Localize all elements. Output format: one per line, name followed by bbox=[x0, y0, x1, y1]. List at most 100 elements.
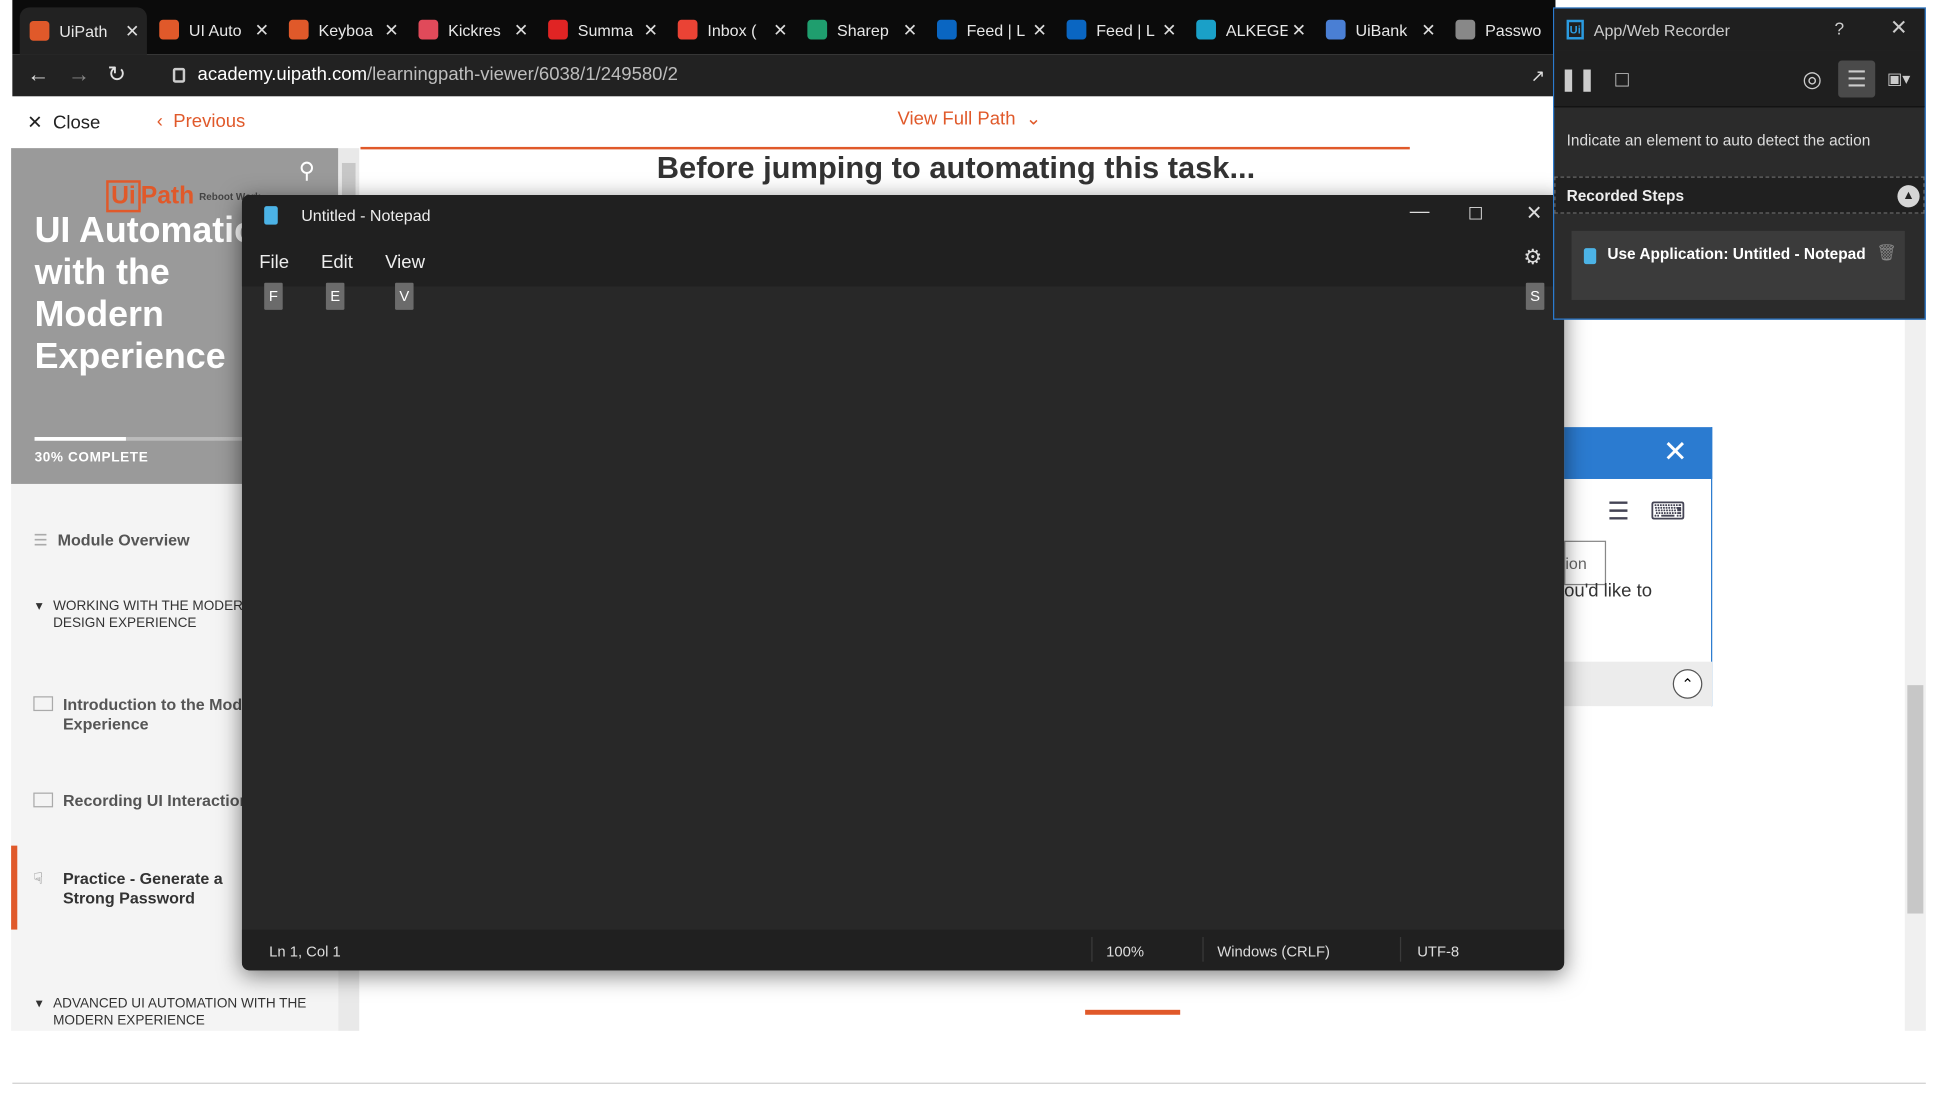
keyboard-icon[interactable]: ⌨ bbox=[1650, 499, 1686, 526]
sidebar-item-recording[interactable]: Recording UI Interactions bbox=[33, 791, 268, 811]
close-tab-icon[interactable]: ✕ bbox=[384, 19, 398, 40]
close-tab-icon[interactable]: ✕ bbox=[125, 20, 139, 41]
linkedin-icon bbox=[936, 19, 957, 40]
browser-tab[interactable]: Keyboa ✕ bbox=[279, 10, 406, 50]
target-icon[interactable]: ◎ bbox=[1794, 60, 1831, 97]
close-icon[interactable]: ✕ bbox=[1890, 16, 1908, 41]
browser-tab[interactable]: UiBank ✕ bbox=[1316, 10, 1443, 50]
previous-label: Previous bbox=[173, 111, 246, 133]
menu-file[interactable]: File bbox=[259, 252, 289, 273]
close-button[interactable]: ✕ Close bbox=[27, 111, 100, 133]
pause-icon[interactable]: ❚❚ bbox=[1559, 60, 1596, 97]
trash-icon[interactable]: 🗑 bbox=[1876, 243, 1896, 263]
close-tab-icon[interactable]: ✕ bbox=[255, 19, 269, 40]
share-icon[interactable]: ↗ bbox=[1531, 65, 1545, 86]
forward-icon[interactable]: → bbox=[68, 62, 90, 88]
kickresume-icon bbox=[418, 19, 439, 40]
sidebar-section-advanced[interactable]: ▾ ADVANCED UI AUTOMATION WITH THE MODERN … bbox=[36, 995, 320, 1030]
save-icon[interactable]: □ bbox=[1604, 60, 1641, 97]
caret-down-icon: ▾ bbox=[35, 996, 43, 1012]
close-tab-icon[interactable]: ✕ bbox=[644, 19, 658, 40]
step-label: Use Application: Untitled - Notepad bbox=[1607, 245, 1866, 263]
url-field[interactable]: academy.uipath.com/learningpath-viewer/6… bbox=[198, 64, 678, 85]
caret-down-icon: ▾ bbox=[35, 598, 43, 614]
dialog-text: ou'd like to bbox=[1564, 580, 1653, 602]
encoding: UTF-8 bbox=[1417, 943, 1460, 961]
sidebar-item-introduction[interactable]: Introduction to the Modern Experience bbox=[33, 695, 268, 735]
back-icon[interactable]: ← bbox=[27, 62, 49, 88]
recorded-steps-header[interactable]: Recorded Steps ▲ bbox=[1554, 176, 1925, 214]
close-icon[interactable]: ✕ bbox=[1663, 435, 1688, 471]
chevron-up-icon[interactable]: ⌃ bbox=[1672, 669, 1703, 699]
text-editor-area[interactable] bbox=[242, 286, 1564, 929]
recorded-step[interactable]: Use Application: Untitled - Notepad 🗑 bbox=[1571, 230, 1905, 300]
p-icon bbox=[548, 19, 568, 40]
close-icon: ✕ bbox=[27, 112, 43, 134]
dialog-footer: ⌃ bbox=[1564, 661, 1713, 707]
maximize-icon[interactable]: ☐ bbox=[1468, 204, 1484, 225]
browser-tab[interactable]: Sharep ✕ bbox=[797, 10, 924, 50]
tab-label: Keyboa bbox=[318, 20, 373, 39]
cursor-position: Ln 1, Col 1 bbox=[269, 943, 341, 961]
tab-label: Kickres bbox=[448, 20, 501, 39]
uipath-icon bbox=[159, 19, 180, 40]
screen-dropdown-icon[interactable]: ▣▾ bbox=[1880, 60, 1917, 97]
globe-icon bbox=[1455, 19, 1476, 40]
close-tab-icon[interactable]: ✕ bbox=[1162, 19, 1176, 40]
background-dialog: ✕ ☰ ⌨ ion ou'd like to ⌃ bbox=[1564, 427, 1713, 707]
video-icon bbox=[33, 696, 54, 712]
sidebar-section-working[interactable]: ▾ WORKING WITH THE MODERN DESIGN EXPERIEN… bbox=[36, 597, 271, 632]
menu-view[interactable]: View bbox=[385, 252, 425, 273]
status-bar: Ln 1, Col 1 100% Windows (CRLF) UTF-8 bbox=[241, 929, 1565, 971]
minimize-icon[interactable]: — bbox=[1410, 201, 1430, 223]
notepad-title-bar: Untitled - Notepad — ☐ ✕ bbox=[241, 195, 1565, 238]
line-endings: Windows (CRLF) bbox=[1217, 943, 1330, 961]
close-tab-icon[interactable]: ✕ bbox=[514, 19, 528, 40]
chevron-up-icon[interactable]: ▲ bbox=[1897, 185, 1920, 208]
notepad-window: Untitled - Notepad — ☐ ✕ File Edit View … bbox=[241, 195, 1565, 971]
tab-label: UiPath bbox=[59, 21, 108, 41]
browser-tab[interactable]: Summa ✕ bbox=[538, 10, 665, 50]
menu-edit[interactable]: Edit bbox=[321, 252, 353, 273]
browser-tab[interactable]: Kickres ✕ bbox=[409, 10, 536, 50]
view-full-path-button[interactable]: View Full Path ⌄ bbox=[897, 107, 1042, 130]
browser-tab[interactable]: Inbox ( ✕ bbox=[668, 10, 795, 50]
close-tab-icon[interactable]: ✕ bbox=[1032, 19, 1046, 40]
tab-label: UI Auto bbox=[188, 20, 242, 39]
settings-gear-icon[interactable]: ⚙ bbox=[1523, 246, 1542, 271]
window-title: Untitled - Notepad bbox=[301, 206, 431, 225]
linkedin-icon bbox=[1066, 19, 1087, 40]
browser-tab[interactable]: ALKEGE ✕ bbox=[1186, 10, 1313, 50]
notepad-icon bbox=[264, 206, 278, 225]
close-tab-icon[interactable]: ✕ bbox=[1421, 19, 1435, 40]
browser-tab[interactable]: Feed | L ✕ bbox=[927, 10, 1054, 50]
notepad-menu-bar: File Edit View bbox=[241, 237, 1565, 287]
browser-tab[interactable]: UiPath ✕ bbox=[19, 7, 147, 55]
previous-button[interactable]: ‹ Previous bbox=[157, 111, 246, 132]
sidebar-item-module-overview[interactable]: ☰ Module Overview bbox=[33, 531, 189, 551]
browser-tab[interactable]: UI Auto ✕ bbox=[149, 10, 276, 50]
close-icon[interactable]: ✕ bbox=[1526, 201, 1543, 226]
tab-label: Feed | L bbox=[1096, 20, 1155, 39]
tab-label: Passwo bbox=[1485, 20, 1542, 39]
reload-icon[interactable]: ↻ bbox=[107, 62, 126, 88]
jh-icon bbox=[807, 19, 828, 40]
sidebar-item-practice[interactable]: ☟ Practice - Generate a Strong Password bbox=[33, 869, 268, 909]
close-tab-icon[interactable]: ✕ bbox=[773, 19, 787, 40]
steps-view-icon[interactable]: ☰ bbox=[1838, 60, 1876, 98]
url-path: /learningpath-viewer/6038/1/249580/2 bbox=[367, 64, 678, 86]
search-icon[interactable]: ⚲ bbox=[299, 158, 315, 184]
chevron-down-icon: ⌄ bbox=[1025, 108, 1042, 130]
browser-tab[interactable]: Feed | L ✕ bbox=[1057, 10, 1184, 50]
url-host: academy.uipath.com bbox=[197, 64, 368, 86]
close-label: Close bbox=[52, 112, 101, 134]
close-tab-icon[interactable]: ✕ bbox=[1292, 19, 1306, 40]
list-icon: ☰ bbox=[33, 530, 48, 550]
close-tab-icon[interactable]: ✕ bbox=[903, 19, 917, 40]
dialog-header: ✕ bbox=[1564, 427, 1713, 479]
tab-label: Summa bbox=[577, 20, 634, 39]
tab-label: Inbox ( bbox=[707, 20, 757, 39]
help-icon[interactable]: ? bbox=[1834, 19, 1844, 39]
checklist-icon[interactable]: ☰ bbox=[1607, 499, 1629, 526]
uipath-icon bbox=[288, 19, 309, 40]
